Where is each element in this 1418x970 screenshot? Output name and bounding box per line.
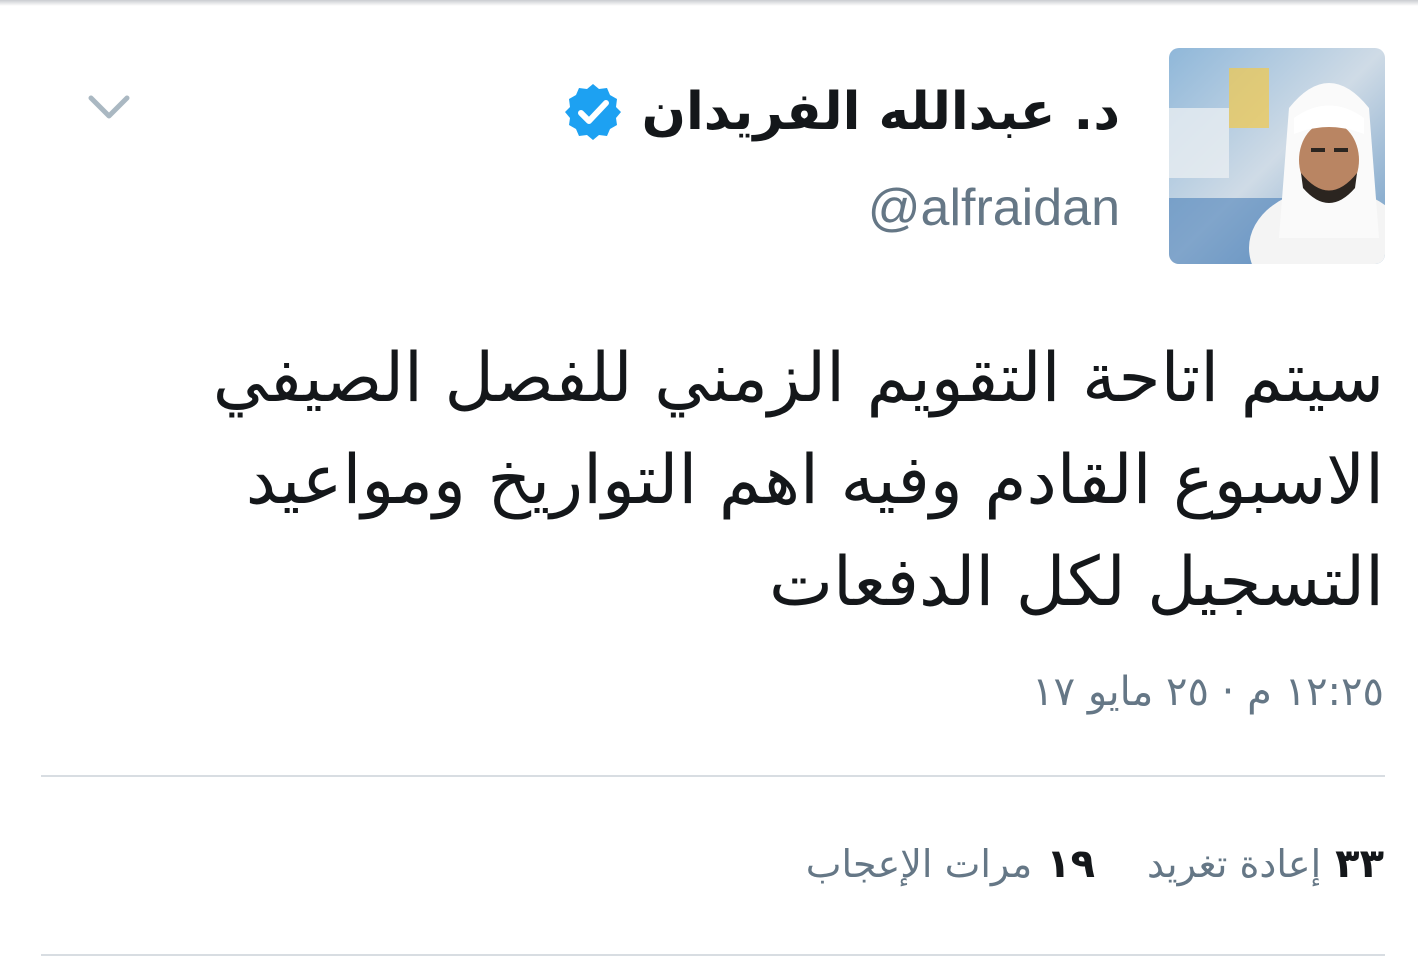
tweet-stats: ٣٣ إعادة تغريد ١٩ مرات الإعجاب [806, 836, 1384, 892]
author-name-row[interactable]: د. عبدالله الفريدان [562, 72, 1120, 152]
divider [41, 954, 1385, 956]
likes-count: ١٩ [1046, 841, 1096, 887]
likes-stat[interactable]: ١٩ مرات الإعجاب [806, 836, 1095, 892]
retweets-stat[interactable]: ٣٣ إعادة تغريد [1147, 836, 1384, 892]
chevron-down-icon[interactable] [86, 92, 132, 124]
tweet-text: سيتم اتاحة التقويم الزمني للفصل الصيفي ا… [212, 339, 1384, 622]
retweets-label: إعادة تغريد [1147, 842, 1322, 886]
avatar[interactable] [1169, 48, 1385, 264]
avatar-image [1169, 48, 1385, 264]
retweets-count: ٣٣ [1335, 841, 1384, 887]
tweet-timestamp[interactable]: ١٢:٢٥ م · ٢٥ مايو ١٧ [1032, 664, 1384, 720]
tweet-detail: د. عبدالله الفريدان @alfraidan سيتم اتاح… [0, 0, 1418, 970]
divider [41, 775, 1385, 777]
author-handle[interactable]: @alfraidan [868, 176, 1120, 240]
likes-label: مرات الإعجاب [805, 842, 1033, 886]
verified-badge-icon [562, 81, 624, 143]
author-display-name[interactable]: د. عبدالله الفريدان [642, 72, 1120, 152]
